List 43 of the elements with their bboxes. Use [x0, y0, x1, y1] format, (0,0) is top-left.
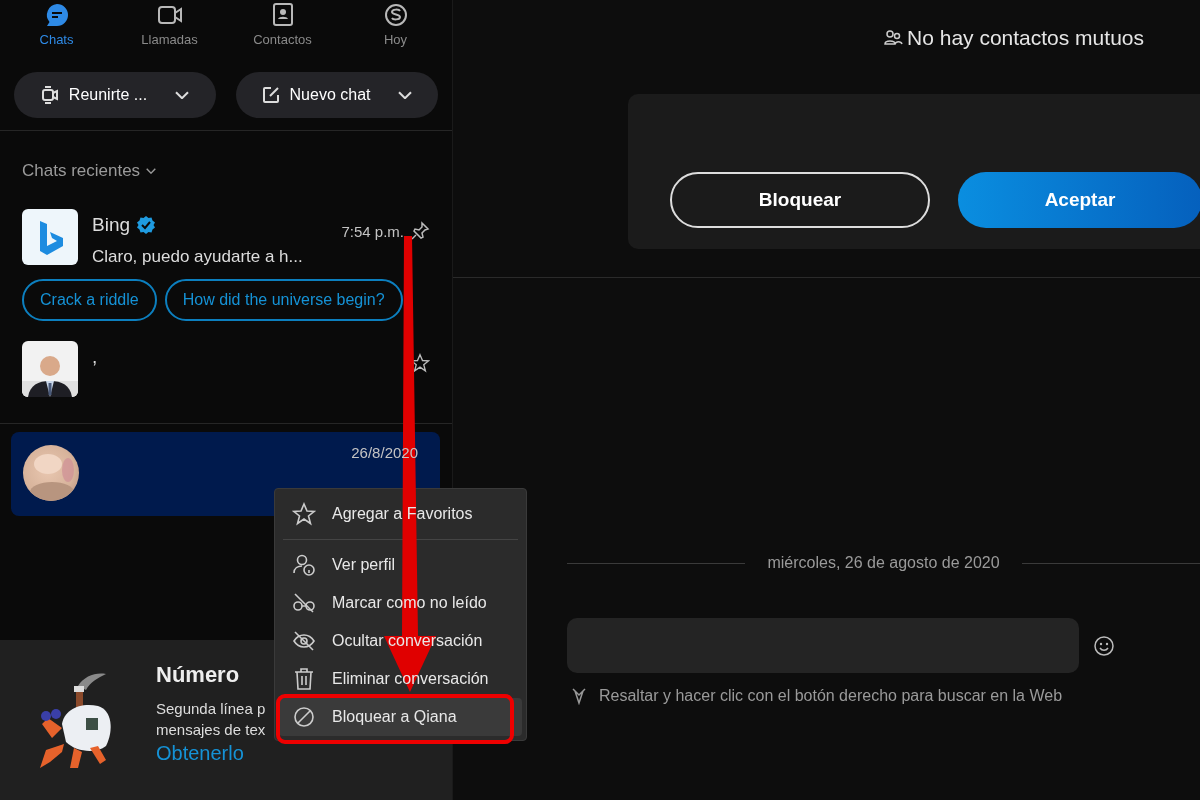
bing-logo-icon	[22, 209, 78, 265]
message-preview: Claro, puedo ayudarte a h...	[92, 247, 304, 267]
star-icon	[292, 502, 316, 526]
contact-name: ,	[92, 346, 98, 368]
menu-item[interactable]: Ver perfil	[279, 546, 522, 584]
caret-icon	[175, 90, 190, 100]
profile-info-icon	[292, 553, 316, 577]
video-meeting-icon	[40, 85, 59, 105]
eye-crossed-icon	[292, 629, 316, 653]
nav-tab[interactable]: Llamadas	[119, 2, 220, 60]
nav-tab[interactable]: Contactos	[232, 2, 333, 60]
message-field[interactable]	[567, 618, 1079, 673]
nav-tab[interactable]: Hoy	[345, 2, 446, 60]
suggestion-chip[interactable]: Crack a riddle	[22, 279, 157, 321]
people-icon	[883, 28, 904, 48]
highlighter-icon	[571, 687, 587, 705]
block-icon	[292, 705, 316, 729]
emoji-icon[interactable]	[1093, 634, 1115, 657]
pin-icon[interactable]	[410, 221, 430, 241]
dropdown-button[interactable]: Reunirte ...	[14, 72, 216, 118]
trash-icon	[292, 667, 316, 691]
compose-icon	[261, 86, 280, 104]
promo-text: mensajes de tex	[156, 721, 266, 738]
request-button[interactable]: Bloquear	[670, 172, 930, 228]
chat-item[interactable]: Bing 7:54 p.m. Claro, puedo ayudarte a h...	[0, 197, 452, 279]
glasses-crossed-icon	[292, 591, 316, 615]
contact-name: Bing	[92, 214, 131, 236]
promo-text: Segunda línea p	[156, 700, 266, 717]
caret-icon	[146, 168, 157, 174]
mutual-contacts-text: No hay contactos mutuos	[907, 26, 1144, 50]
date-divider: miércoles, 26 de agosto de 2020	[767, 554, 1000, 572]
request-button[interactable]: Aceptar	[958, 172, 1200, 228]
section-title: Chats recientes	[22, 161, 141, 181]
get-link[interactable]: Obtenerlo	[156, 742, 266, 765]
suggestion-chip[interactable]: How did the universe begin?	[164, 279, 403, 321]
hint-text: Resaltar y hacer clic con el botón derecho para buscar en la Web	[599, 687, 1063, 705]
caret-icon	[398, 90, 413, 100]
dropdown-button[interactable]: Nuevo chat	[236, 72, 438, 118]
menu-item[interactable]: Bloquear a Qiana	[279, 698, 522, 736]
nav-tab[interactable]: Chats	[6, 2, 107, 60]
promo-title: Número	[156, 662, 241, 688]
timestamp: 7:54 p.m.	[341, 222, 404, 240]
skype-logo-icon	[382, 2, 409, 28]
